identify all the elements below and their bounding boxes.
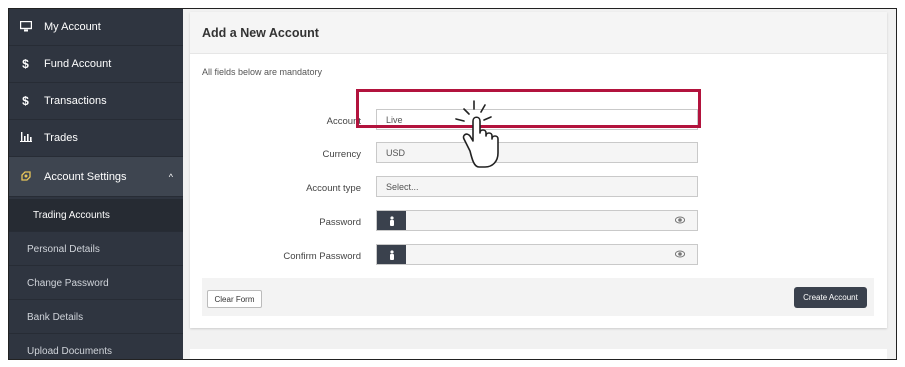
sidebar-subitem-label: Personal Details [27, 243, 100, 255]
mandatory-note: All fields below are mandatory [202, 67, 323, 77]
sidebar-subitem-personal-details[interactable]: Personal Details [9, 233, 183, 266]
app-window: My Account $ Fund Account $ Transactions… [8, 8, 897, 360]
eye-icon[interactable] [675, 215, 685, 225]
bar-chart-icon [19, 132, 32, 144]
sidebar-item-fund-account[interactable]: $ Fund Account [9, 46, 183, 83]
sidebar-item-label: Fund Account [44, 58, 112, 70]
sidebar: My Account $ Fund Account $ Transactions… [9, 9, 183, 359]
sidebar-item-label: Trades [44, 132, 78, 144]
secondary-panel [190, 349, 887, 359]
clear-form-button[interactable]: Clear Form [207, 290, 262, 308]
sidebar-subitem-label: Upload Documents [27, 345, 113, 357]
dollar-icon: $ [22, 94, 29, 108]
monitor-icon [19, 20, 32, 34]
password-input[interactable] [376, 210, 698, 231]
sidebar-item-account-settings[interactable]: Account Settings ^ [9, 157, 183, 197]
lock-icon [377, 245, 406, 264]
currency-select[interactable]: USD [376, 142, 698, 163]
form-footer: Clear Form Create Account [202, 278, 874, 316]
chevron-up-icon: ^ [168, 171, 173, 182]
sidebar-item-trades[interactable]: Trades [9, 120, 183, 157]
eye-icon[interactable] [675, 249, 685, 259]
sidebar-item-label: Transactions [44, 95, 107, 107]
password-label: Password [319, 217, 361, 228]
dollar-icon: $ [22, 57, 29, 71]
confirm-password-label: Confirm Password [283, 251, 361, 262]
currency-label: Currency [322, 149, 361, 160]
sidebar-item-label: Account Settings [44, 170, 127, 183]
account-type-label: Account type [306, 183, 361, 194]
lock-icon [377, 211, 406, 230]
sidebar-item-my-account[interactable]: My Account [9, 9, 183, 46]
sidebar-subitem-label: Change Password [27, 277, 109, 289]
pointer-hand-icon [455, 100, 499, 168]
add-account-panel: Add a New Account All fields below are m… [190, 12, 887, 328]
account-highlight-box [356, 89, 701, 128]
panel-title: Add a New Account [190, 12, 887, 54]
sidebar-subitem-upload-documents[interactable]: Upload Documents [9, 335, 183, 359]
sidebar-subitem-trading-accounts[interactable]: Trading Accounts [9, 199, 183, 232]
create-account-button[interactable]: Create Account [794, 287, 867, 308]
sidebar-subitem-bank-details[interactable]: Bank Details [9, 301, 183, 334]
sidebar-subitem-label: Trading Accounts [33, 209, 110, 221]
sidebar-subitem-change-password[interactable]: Change Password [9, 267, 183, 300]
sidebar-subitem-label: Bank Details [27, 311, 84, 323]
account-label: Account [326, 116, 361, 127]
sidebar-item-transactions[interactable]: $ Transactions [9, 83, 183, 120]
account-type-select[interactable]: Select... [376, 176, 698, 197]
settings-icon [19, 170, 32, 184]
confirm-password-input[interactable] [376, 244, 698, 265]
sidebar-item-label: My Account [44, 21, 101, 33]
